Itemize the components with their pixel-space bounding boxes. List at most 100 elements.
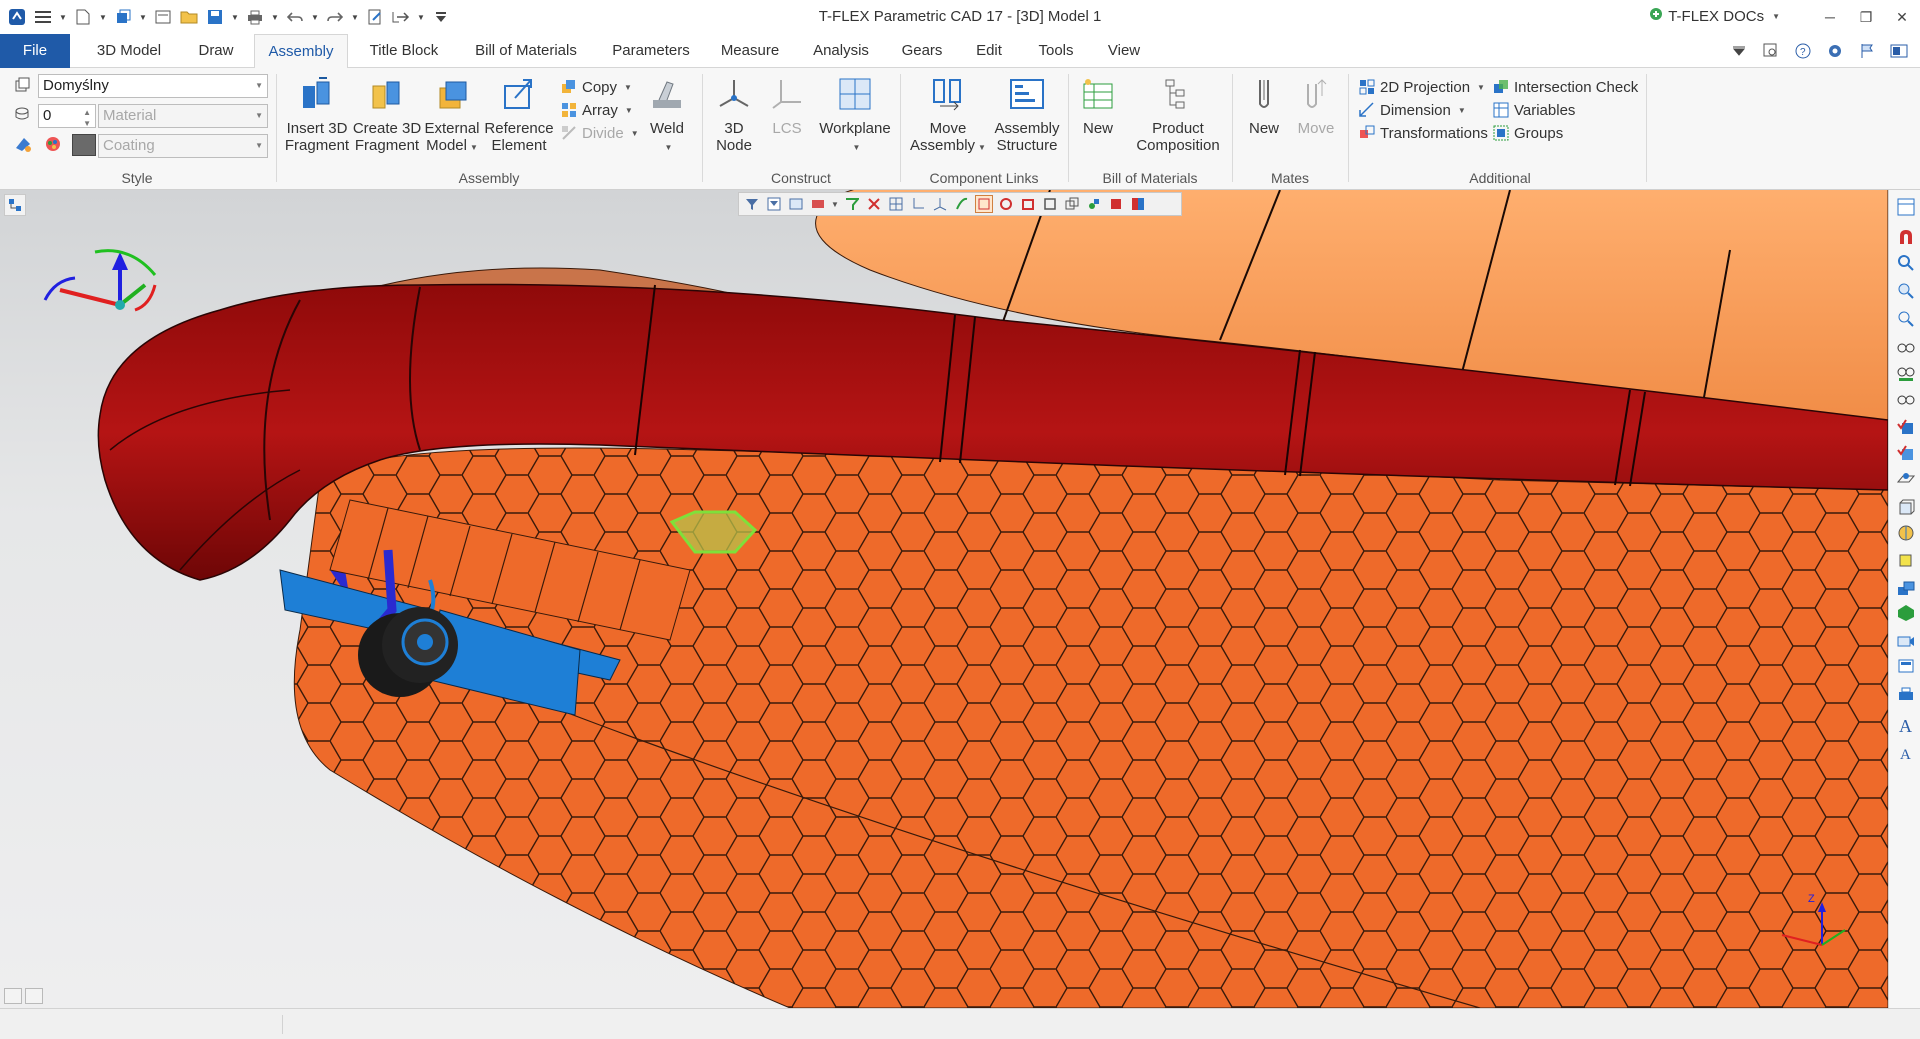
export-dropdown-icon[interactable]: ▼ <box>416 6 426 28</box>
filter-settings-icon[interactable] <box>765 195 783 213</box>
tab-measure[interactable]: Measure <box>714 34 786 68</box>
divide-button[interactable]: Divide ▼ <box>560 122 639 144</box>
palette-icon[interactable] <box>44 136 62 155</box>
material-select[interactable]: Material ▼ <box>98 104 268 128</box>
bom-new-button[interactable]: New <box>1076 74 1120 137</box>
settings-gear-icon[interactable] <box>1824 41 1846 61</box>
tab-title-block[interactable]: Title Block <box>360 34 448 68</box>
copy-button[interactable]: Copy ▼ <box>560 76 632 98</box>
text-small-icon[interactable]: A <box>1895 742 1917 764</box>
customize-qat-icon[interactable] <box>430 6 452 28</box>
zoom-window-icon[interactable] <box>1895 280 1917 302</box>
camera-icon[interactable] <box>1895 630 1917 652</box>
dimension-button[interactable]: Dimension ▼ <box>1358 99 1466 121</box>
tab-bill-of-materials[interactable]: Bill of Materials <box>466 34 586 68</box>
new-3d-dropdown-icon[interactable]: ▼ <box>138 6 148 28</box>
single-view-icon[interactable] <box>4 988 22 1004</box>
assembly-structure-button[interactable]: Assembly Structure <box>992 74 1062 154</box>
menu-dropdown-icon[interactable]: ▼ <box>58 6 68 28</box>
select-mode-icon[interactable] <box>843 195 861 213</box>
render-icon[interactable] <box>1895 656 1917 678</box>
edit-document-icon[interactable] <box>364 6 386 28</box>
undo-icon[interactable] <box>284 6 306 28</box>
filter-icon[interactable] <box>743 195 761 213</box>
tflex-docs-button[interactable]: T-FLEX DOCs ▼ <box>1649 7 1780 25</box>
tab-gears[interactable]: Gears <box>894 34 950 68</box>
search-help-icon[interactable] <box>1760 41 1782 61</box>
tab-parameters[interactable]: Parameters <box>604 34 698 68</box>
color-icon[interactable] <box>14 136 32 155</box>
selection-box-icon[interactable] <box>809 195 827 213</box>
redo-icon[interactable] <box>324 6 346 28</box>
intersection-check-button[interactable]: Intersection Check <box>1492 76 1638 98</box>
3d-model-scene[interactable]: Z <box>0 190 1888 1008</box>
text-large-icon[interactable]: A <box>1895 714 1917 736</box>
3d-viewport[interactable]: Z ▼ <box>0 190 1888 1008</box>
box-view-icon[interactable] <box>1895 496 1917 518</box>
new-dropdown-icon[interactable]: ▼ <box>98 6 108 28</box>
variables-button[interactable]: Variables <box>1492 99 1575 121</box>
save-icon[interactable] <box>204 6 226 28</box>
tab-file[interactable]: File <box>0 34 70 68</box>
tab-3d-model[interactable]: 3D Model <box>84 34 174 68</box>
body-filter-icon[interactable] <box>997 195 1015 213</box>
tab-draw[interactable]: Draw <box>190 34 242 68</box>
insert-3d-fragment-button[interactable]: Insert 3D Fragment <box>284 74 350 154</box>
ribbon-collapse-icon[interactable] <box>1728 41 1750 61</box>
save-dropdown-icon[interactable]: ▼ <box>230 6 240 28</box>
print-dropdown-icon[interactable]: ▼ <box>270 6 280 28</box>
new-document-icon[interactable] <box>72 6 94 28</box>
array-button[interactable]: Array ▼ <box>560 99 633 121</box>
layers-icon[interactable] <box>1895 576 1917 598</box>
style-select[interactable]: Domyślny ▼ <box>38 74 268 98</box>
model-tree-toggle-button[interactable] <box>4 194 26 216</box>
filter-list-icon[interactable] <box>787 195 805 213</box>
check-body-icon[interactable] <box>1895 442 1917 464</box>
glasses-hidden-icon[interactable] <box>1895 388 1917 410</box>
magnet-snap-icon[interactable] <box>1895 226 1917 248</box>
zoom-all-icon[interactable] <box>1895 252 1917 274</box>
coating-select[interactable]: Coating ▼ <box>98 134 268 158</box>
tab-edit[interactable]: Edit <box>966 34 1012 68</box>
view-filter-icon[interactable] <box>1107 195 1125 213</box>
glasses-section-icon[interactable] <box>1895 362 1917 384</box>
3d-node-button[interactable]: 3D Node <box>710 74 758 154</box>
glasses-view-icon[interactable] <box>1895 336 1917 358</box>
tab-assembly[interactable]: Assembly <box>254 34 348 69</box>
weld-button[interactable]: Weld ▼ <box>642 74 692 156</box>
grid-icon[interactable] <box>887 195 905 213</box>
group-filter-icon[interactable] <box>1063 195 1081 213</box>
axis-filter-icon[interactable] <box>909 195 927 213</box>
product-composition-button[interactable]: Product Composition <box>1130 74 1226 154</box>
face-filter-icon[interactable] <box>975 195 993 213</box>
green-body-icon[interactable] <box>1895 602 1917 624</box>
minimize-icon[interactable]: ─ <box>1812 0 1848 34</box>
external-model-button[interactable]: External Model ▼ <box>424 74 480 156</box>
restore-icon[interactable]: ❐ <box>1848 0 1884 34</box>
zoom-selection-icon[interactable] <box>1895 308 1917 330</box>
create-3d-fragment-button[interactable]: Create 3D Fragment <box>352 74 422 154</box>
groups-button[interactable]: Groups <box>1492 122 1563 144</box>
workplane-button[interactable]: Workplane ▼ <box>816 74 894 156</box>
check-cube-icon[interactable] <box>1895 416 1917 438</box>
mixed-filter-icon[interactable] <box>1129 195 1147 213</box>
operation-filter-icon[interactable] <box>1019 195 1037 213</box>
lcs-filter-icon[interactable] <box>931 195 949 213</box>
open-folder-icon[interactable] <box>178 6 200 28</box>
cube-yellow-icon[interactable] <box>1895 548 1917 570</box>
flag-icon[interactable] <box>1856 41 1878 61</box>
edge-filter-icon[interactable] <box>953 195 971 213</box>
menu-icon[interactable] <box>32 6 54 28</box>
undo-dropdown-icon[interactable]: ▼ <box>310 6 320 28</box>
deselect-icon[interactable] <box>865 195 883 213</box>
2d-projection-button[interactable]: 2D Projection ▼ <box>1358 76 1485 98</box>
move-assembly-button[interactable]: Move Assembly ▼ <box>908 74 988 156</box>
reference-element-button[interactable]: Reference Element <box>484 74 554 154</box>
shape-filter-icon[interactable] <box>1085 195 1103 213</box>
color-swatch[interactable] <box>72 134 96 156</box>
redo-dropdown-icon[interactable]: ▼ <box>350 6 360 28</box>
new-3d-icon[interactable] <box>112 6 134 28</box>
window-layout-icon[interactable] <box>1888 41 1910 61</box>
export-icon[interactable] <box>390 6 412 28</box>
mates-new-button[interactable]: New <box>1242 74 1286 137</box>
